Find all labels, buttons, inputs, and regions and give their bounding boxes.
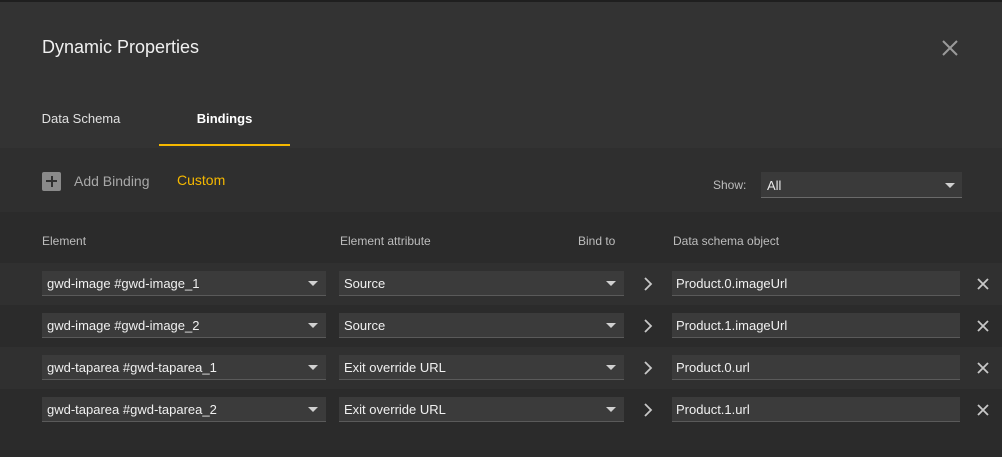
schema-object-field[interactable]: Product.1.imageUrl <box>672 313 960 338</box>
element-select[interactable]: gwd-image #gwd-image_1 <box>42 271 326 296</box>
element-select-value: gwd-image #gwd-image_1 <box>47 276 200 291</box>
caret-down-icon <box>308 281 318 286</box>
element-select-value: gwd-taparea #gwd-taparea_1 <box>47 360 217 375</box>
attribute-select[interactable]: Source <box>339 313 624 338</box>
column-header-data-schema-object: Data schema object <box>673 234 780 248</box>
dialog-title: Dynamic Properties <box>42 37 200 57</box>
schema-object-field[interactable]: Product.1.url <box>672 397 960 422</box>
element-select[interactable]: gwd-image #gwd-image_2 <box>42 313 326 338</box>
caret-down-icon <box>945 183 955 188</box>
active-tab-indicator <box>159 144 290 146</box>
caret-down-icon <box>308 407 318 412</box>
attribute-select-value: Exit override URL <box>344 402 446 417</box>
chevron-right-icon <box>641 277 655 291</box>
column-header-bind-to: Bind to <box>578 234 616 248</box>
element-select[interactable]: gwd-taparea #gwd-taparea_2 <box>42 397 326 422</box>
remove-icon[interactable] <box>976 403 990 417</box>
chevron-right-icon <box>641 319 655 333</box>
schema-object-value: Product.0.imageUrl <box>676 276 788 291</box>
schema-object-value: Product.1.imageUrl <box>676 318 788 333</box>
tab-bindings[interactable]: Bindings <box>159 100 290 146</box>
element-select-value: gwd-image #gwd-image_2 <box>47 318 200 333</box>
remove-icon[interactable] <box>976 319 990 333</box>
schema-object-field[interactable]: Product.0.url <box>672 355 960 380</box>
tab-data-schema[interactable]: Data Schema <box>26 100 136 146</box>
add-binding-button[interactable]: Add Binding <box>42 171 150 191</box>
plus-box-icon <box>42 171 61 191</box>
attribute-select[interactable]: Exit override URL <box>339 355 624 380</box>
column-header-element: Element <box>42 234 87 248</box>
attribute-select-value: Source <box>344 318 386 333</box>
dialog-header <box>0 0 1002 148</box>
schema-object-value: Product.1.url <box>676 402 750 417</box>
caret-down-icon <box>606 281 616 286</box>
add-binding-label: Add Binding <box>74 173 150 189</box>
caret-down-icon <box>308 323 318 328</box>
schema-object-value: Product.0.url <box>676 360 750 375</box>
schema-object-field[interactable]: Product.0.imageUrl <box>672 271 960 296</box>
attribute-select[interactable]: Exit override URL <box>339 397 624 422</box>
caret-down-icon <box>606 323 616 328</box>
attribute-select[interactable]: Source <box>339 271 624 296</box>
show-filter-value: All <box>767 178 782 193</box>
remove-icon[interactable] <box>976 361 990 375</box>
caret-down-icon <box>606 365 616 370</box>
remove-icon[interactable] <box>976 277 990 291</box>
top-edge <box>0 0 1002 2</box>
attribute-select-value: Exit override URL <box>344 360 446 375</box>
column-header-element-attribute: Element attribute <box>340 234 431 248</box>
caret-down-icon <box>606 407 616 412</box>
chevron-right-icon <box>641 361 655 375</box>
custom-button[interactable]: Custom <box>177 172 225 188</box>
element-select-value: gwd-taparea #gwd-taparea_2 <box>47 402 217 417</box>
attribute-select-value: Source <box>344 276 386 291</box>
show-filter-select[interactable]: All <box>761 172 962 198</box>
dynamic-properties-dialog: Dynamic Properties Data Schema Bindings … <box>0 0 1002 457</box>
caret-down-icon <box>308 365 318 370</box>
close-icon[interactable] <box>938 36 962 60</box>
show-label: Show: <box>713 178 747 192</box>
chevron-right-icon <box>641 403 655 417</box>
element-select[interactable]: gwd-taparea #gwd-taparea_1 <box>42 355 326 380</box>
